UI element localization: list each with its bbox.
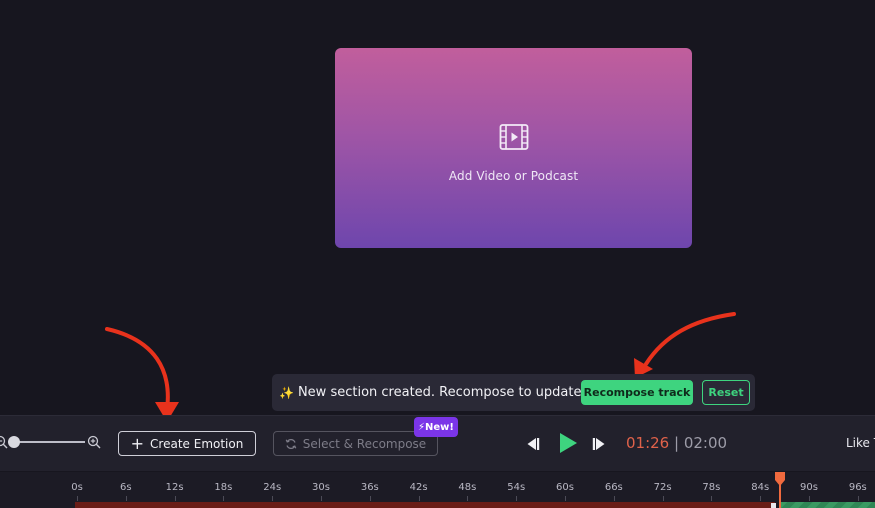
- sparkle-icon: ✨: [279, 385, 294, 400]
- add-video-dropzone[interactable]: Add Video or Podcast: [335, 48, 692, 248]
- tick-label: 72s: [653, 482, 672, 493]
- preview-stage: Add Video or Podcast: [0, 0, 875, 415]
- tick-label: 66s: [604, 482, 623, 493]
- playback-time: 01:26 | 02:00: [626, 434, 727, 452]
- editor-toolbar: + Create Emotion Select & Recompose ⚡New…: [0, 415, 875, 471]
- select-recompose-button[interactable]: Select & Recompose: [273, 431, 438, 456]
- notification-message: New section created. Recompose to update…: [297, 385, 586, 400]
- tick-mark: [321, 496, 322, 501]
- section-notification: ✨ New section created. Recompose to upda…: [272, 374, 755, 411]
- timeline-ruler[interactable]: 0s 6s 12s 18s 24s 30s 36s 42s 48s 54s 60s 66s 72s 78s…: [0, 472, 875, 508]
- tick-mark: [174, 496, 176, 501]
- tick-label: 36s: [360, 482, 379, 493]
- create-emotion-button[interactable]: + Create Emotion: [118, 431, 256, 456]
- recompose-track-button[interactable]: Recompose track: [581, 380, 693, 405]
- tick-label: 24s: [263, 482, 282, 493]
- zoom-slider-track[interactable]: [13, 441, 85, 443]
- skip-forward-icon[interactable]: [592, 436, 608, 452]
- zoom-slider-handle[interactable]: [8, 436, 20, 448]
- tick-mark: [516, 496, 518, 501]
- tick-mark: [272, 496, 274, 501]
- tick-label: 30s: [312, 482, 330, 493]
- tick-label: 90s: [800, 482, 818, 493]
- zoom-out-icon[interactable]: [0, 435, 8, 449]
- tick-mark: [760, 496, 762, 501]
- tick-label: 96s: [848, 482, 867, 493]
- skip-back-icon[interactable]: [524, 436, 540, 452]
- tick-mark: [565, 496, 566, 501]
- refresh-icon: [285, 438, 297, 449]
- reset-button[interactable]: Reset: [702, 380, 750, 405]
- track-section-new[interactable]: [779, 502, 875, 508]
- tick-mark: [418, 496, 420, 501]
- create-emotion-label: Create Emotion: [150, 436, 244, 451]
- tick-label: 54s: [507, 482, 526, 493]
- tick-label: 60s: [556, 482, 574, 493]
- section-split-handle[interactable]: [771, 503, 776, 508]
- new-badge: ⚡New!: [414, 417, 458, 437]
- tick-mark: [809, 496, 810, 501]
- tick-label: 12s: [165, 482, 184, 493]
- tick-label: 78s: [702, 482, 721, 493]
- tick-label: 6s: [120, 482, 132, 493]
- tick-label: 42s: [409, 482, 428, 493]
- tick-mark: [857, 496, 859, 501]
- tick-label: 18s: [214, 482, 233, 493]
- film-icon: [499, 123, 528, 150]
- playhead-handle-icon[interactable]: [774, 472, 786, 486]
- select-recompose-label: Select & Recompose: [302, 436, 427, 451]
- tick-label: 84s: [751, 482, 770, 493]
- tick-mark: [125, 496, 127, 501]
- tick-mark: [77, 496, 78, 501]
- tick-mark: [662, 496, 664, 501]
- tick-mark: [711, 496, 713, 501]
- track-section-current[interactable]: [75, 502, 775, 508]
- like-button-truncated[interactable]: Like T: [846, 436, 875, 450]
- tick-mark: [223, 496, 225, 501]
- zoom-in-icon[interactable]: [87, 435, 101, 449]
- total-time: 02:00: [683, 434, 728, 452]
- play-icon[interactable]: [558, 432, 578, 454]
- time-separator: |: [669, 434, 684, 452]
- tick-label: 0s: [71, 482, 83, 493]
- plus-icon: +: [130, 433, 145, 453]
- tick-mark: [467, 496, 469, 501]
- current-time: 01:26: [626, 434, 670, 452]
- add-video-label: Add Video or Podcast: [448, 168, 579, 183]
- tick-mark: [613, 496, 615, 501]
- tick-label: 48s: [458, 482, 477, 493]
- tick-mark: [369, 496, 371, 501]
